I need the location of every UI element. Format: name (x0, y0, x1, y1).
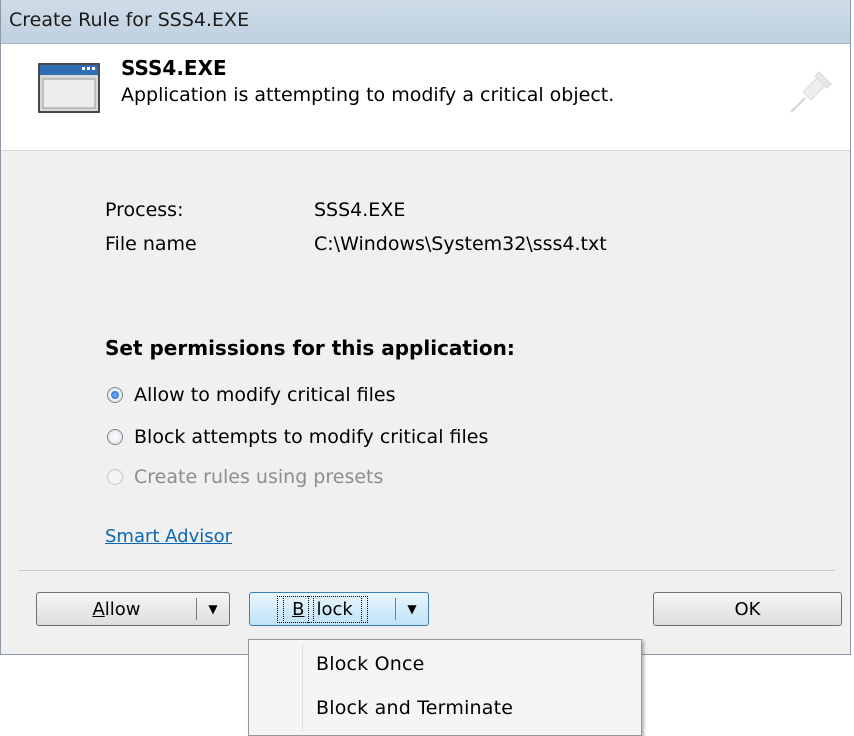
block-accelerator: B (283, 595, 314, 623)
block-dropdown-menu: Block Once Block and Terminate (248, 639, 642, 736)
allow-button[interactable]: Allow (37, 593, 196, 625)
radio-label: Allow to modify critical files (134, 384, 396, 406)
file-name-label: File name (105, 233, 197, 255)
divider (19, 570, 835, 571)
menu-item-block-and-terminate[interactable]: Block and Terminate (316, 697, 513, 719)
permissions-title: Set permissions for this application: (105, 336, 515, 360)
block-label: lock (307, 595, 362, 623)
allow-label: llow (104, 598, 141, 620)
file-name-value: C:\Windows\System32\sss4.txt (314, 233, 607, 255)
radio-create-rules-presets: Create rules using presets (107, 464, 383, 490)
radio-button[interactable] (107, 429, 123, 445)
allow-split-button[interactable]: Allow ▼ (36, 592, 230, 626)
dialog-header: SSS4.EXE Application is attempting to mo… (1, 44, 850, 151)
radio-button[interactable] (107, 387, 123, 403)
radio-label: Create rules using presets (134, 466, 384, 488)
title-bar: Create Rule for SSS4.EXE (1, 0, 850, 44)
process-label: Process: (105, 199, 184, 221)
chevron-down-icon[interactable]: ▼ (396, 593, 428, 625)
window-title: Create Rule for SSS4.EXE (9, 9, 250, 31)
process-value: SSS4.EXE (314, 199, 406, 221)
ok-label: OK (734, 598, 761, 620)
radio-label: Block attempts to modify critical files (134, 426, 489, 448)
application-name: SSS4.EXE (121, 56, 227, 80)
pushpin-icon[interactable] (779, 64, 839, 124)
create-rule-dialog: Create Rule for SSS4.EXE SSS4.EXE Applic… (0, 0, 851, 655)
radio-button (107, 469, 123, 485)
radio-allow-modify[interactable]: Allow to modify critical files (107, 382, 396, 408)
alert-description: Application is attempting to modify a cr… (121, 84, 615, 106)
smart-advisor-link[interactable]: Smart Advisor (105, 526, 232, 547)
allow-accelerator: A (92, 598, 105, 620)
block-button[interactable]: Block (250, 593, 395, 625)
radio-block-attempts[interactable]: Block attempts to modify critical files (107, 424, 488, 450)
application-window-icon (38, 63, 100, 113)
chevron-down-icon[interactable]: ▼ (197, 593, 229, 625)
block-split-button[interactable]: Block ▼ (249, 592, 429, 626)
ok-button[interactable]: OK (653, 592, 842, 626)
menu-item-block-once[interactable]: Block Once (316, 653, 425, 675)
